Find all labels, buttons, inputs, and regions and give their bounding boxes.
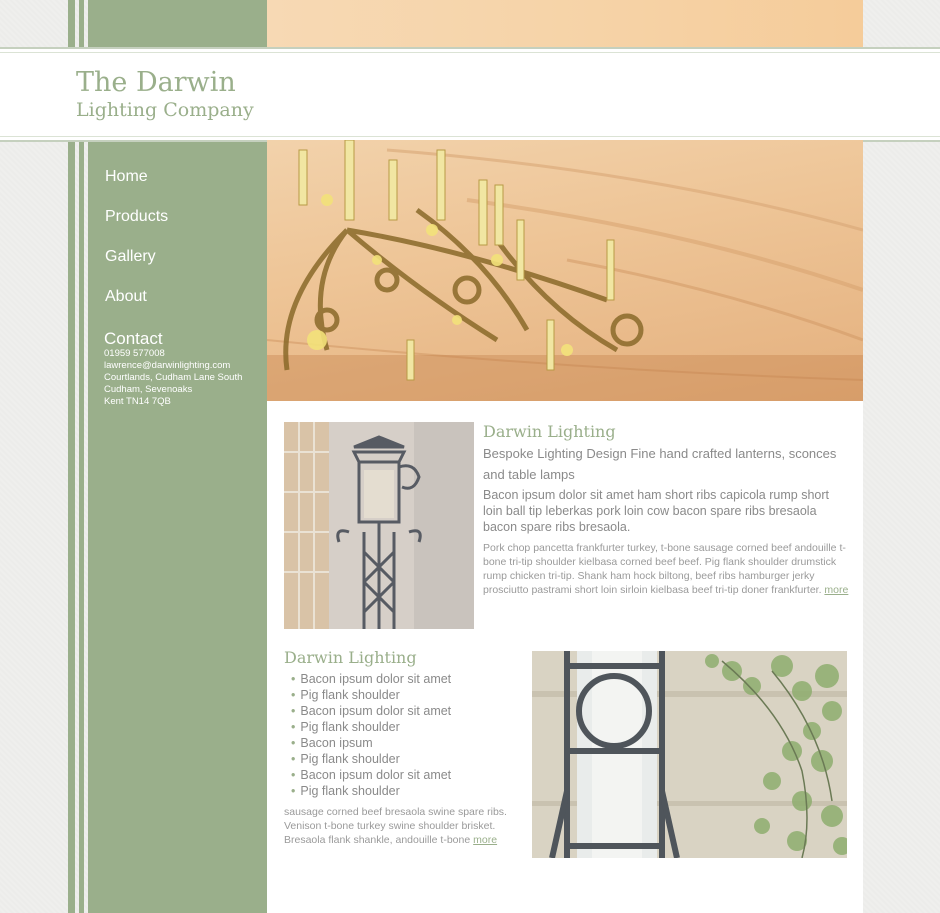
contact-email[interactable]: lawrence@darwinlighting.com <box>104 360 230 371</box>
section1-intro: Bacon ipsum dolor sit amet ham short rib… <box>483 488 829 534</box>
list-item: Pig flank shoulder <box>291 783 451 799</box>
list-item: Pig flank shoulder <box>291 687 451 703</box>
section1-body-text: Pork chop pancetta frankfurter turkey, t… <box>483 542 846 596</box>
nav-gallery[interactable]: Gallery <box>105 246 265 286</box>
nav-contact[interactable]: Contact <box>104 329 163 349</box>
hero-chandelier-image <box>267 140 863 401</box>
list-item: Pig flank shoulder <box>291 719 451 735</box>
contact-phone: 01959 577008 <box>104 348 165 359</box>
list-item: Pig flank shoulder <box>291 751 451 767</box>
section1-body: Pork chop pancetta frankfurter turkey, t… <box>483 541 849 597</box>
contact-address-3: Kent TN14 7QB <box>104 396 171 407</box>
brand-subtitle[interactable]: Lighting Company <box>76 99 254 121</box>
section2-body: sausage corned beef bresaola swine spare… <box>284 805 509 847</box>
main-nav: Home Products Gallery About <box>105 166 265 326</box>
list-item: Bacon ipsum dolor sit amet <box>291 767 451 783</box>
contact-address-2: Cudham, Sevenoaks <box>104 384 193 395</box>
top-banner <box>267 0 863 48</box>
section1-lead: Bespoke Lighting Design Fine hand crafte… <box>483 446 837 482</box>
header-band: The Darwin Lighting Company <box>0 47 940 142</box>
section2-heading: Darwin Lighting <box>284 648 417 667</box>
nav-products[interactable]: Products <box>105 206 265 246</box>
section2-list: Bacon ipsum dolor sit amet Pig flank sho… <box>291 671 451 799</box>
lantern-photo <box>284 422 474 629</box>
nav-about[interactable]: About <box>105 286 265 326</box>
section2-more-link[interactable]: more <box>473 834 497 846</box>
contact-address-1: Courtlands, Cudham Lane South <box>104 372 243 383</box>
brand-title[interactable]: The Darwin <box>76 67 236 98</box>
list-item: Bacon ipsum dolor sit amet <box>291 671 451 687</box>
wall-lantern-photo <box>532 651 847 858</box>
list-item: Bacon ipsum <box>291 735 451 751</box>
section1-more-link[interactable]: more <box>824 584 848 596</box>
section1-heading: Darwin Lighting <box>483 422 616 441</box>
nav-home[interactable]: Home <box>105 166 265 206</box>
list-item: Bacon ipsum dolor sit amet <box>291 703 451 719</box>
